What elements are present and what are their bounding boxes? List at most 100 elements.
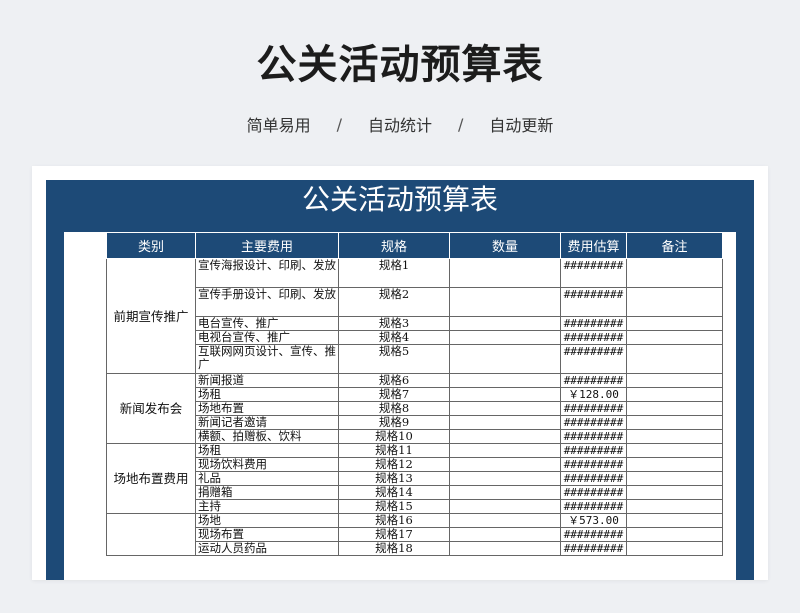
spreadsheet-preview: 公关活动预算表 类别 主要费用 规格 数量 费用估算 备注 前期宣传推广 宣传海…	[46, 180, 754, 580]
estimate-cell: #########	[560, 373, 627, 388]
qty-cell	[449, 513, 561, 528]
table-row: 前期宣传推广 宣传海报设计、印刷、发放 规格1 #########	[106, 258, 723, 374]
qty-cell	[449, 457, 561, 472]
qty-cell	[449, 541, 561, 556]
col-header-category: 类别	[106, 232, 196, 259]
table-row: 场租 规格7 ￥128.00	[107, 387, 723, 402]
feature-easy: 简单易用	[246, 116, 311, 135]
spec-cell: 规格6	[338, 373, 450, 388]
estimate-cell: #########	[560, 485, 627, 500]
table-row: 宣传手册设计、印刷、发放 规格2 #########	[107, 287, 723, 317]
table-row: 新闻发布会 新闻报道 规格6 #########	[106, 373, 723, 444]
budget-table: 类别 主要费用 规格 数量 费用估算 备注 前期宣传推广 宣传海报设计、印刷、发放…	[106, 232, 723, 556]
table-body: 前期宣传推广 宣传海报设计、印刷、发放 规格1 ######### 宣传手册设计、印刷、…	[106, 258, 723, 556]
category-cell	[106, 513, 196, 556]
item-cell: 新闻记者邀请	[195, 415, 339, 430]
note-cell	[626, 258, 723, 288]
table-row: 捐赠箱 规格14 #########	[107, 485, 723, 500]
note-cell	[626, 344, 723, 374]
qty-cell	[449, 471, 561, 486]
note-cell	[626, 373, 723, 388]
spec-cell: 规格9	[338, 415, 450, 430]
item-cell: 场租	[195, 443, 339, 458]
item-cell: 新闻报道	[195, 373, 339, 388]
spec-cell: 规格15	[338, 499, 450, 514]
qty-cell	[449, 344, 561, 374]
item-cell: 捐赠箱	[195, 485, 339, 500]
qty-cell	[449, 258, 561, 288]
estimate-cell: #########	[560, 330, 627, 345]
qty-cell	[449, 499, 561, 514]
item-cell: 场地	[195, 513, 339, 528]
spec-cell: 规格11	[338, 443, 450, 458]
estimate-cell: ￥128.00	[560, 387, 627, 402]
sheet-title: 公关活动预算表	[301, 183, 498, 216]
estimate-cell: #########	[560, 527, 627, 542]
qty-cell	[449, 485, 561, 500]
table-header-row: 类别 主要费用 规格 数量 费用估算 备注	[106, 232, 723, 259]
category-cell: 前期宣传推广	[106, 258, 196, 374]
spec-cell: 规格16	[338, 513, 450, 528]
spec-cell: 规格14	[338, 485, 450, 500]
note-cell	[626, 499, 723, 514]
item-cell: 电视台宣传、推广	[195, 330, 339, 345]
table-row: 现场布置 规格17 #########	[107, 527, 723, 542]
qty-cell	[449, 401, 561, 416]
note-cell	[626, 330, 723, 345]
page-title: 公关活动预算表	[256, 42, 544, 88]
item-cell: 宣传海报设计、印刷、发放	[195, 258, 339, 288]
feature-tagline: 简单易用 / 自动统计 / 自动更新	[0, 112, 800, 136]
qty-cell	[449, 527, 561, 542]
note-cell	[626, 316, 723, 331]
note-cell	[626, 287, 723, 317]
spec-cell: 规格1	[338, 258, 450, 288]
spec-cell: 规格2	[338, 287, 450, 317]
spec-cell: 规格12	[338, 457, 450, 472]
estimate-cell: #########	[560, 316, 627, 331]
spec-cell: 规格5	[338, 344, 450, 374]
qty-cell	[449, 373, 561, 388]
item-cell: 主持	[195, 499, 339, 514]
note-cell	[626, 527, 723, 542]
estimate-cell: #########	[560, 541, 627, 556]
estimate-cell: #########	[560, 429, 627, 444]
col-header-item: 主要费用	[195, 232, 339, 259]
table-row: 新闻记者邀请 规格9 #########	[107, 415, 723, 430]
estimate-cell: #########	[560, 415, 627, 430]
item-cell: 现场饮料费用	[195, 457, 339, 472]
spec-cell: 规格7	[338, 387, 450, 402]
qty-cell	[449, 429, 561, 444]
qty-cell	[449, 316, 561, 331]
table-row: 场地布置费用 场租 规格11 #########	[106, 443, 723, 514]
item-cell: 现场布置	[195, 527, 339, 542]
qty-cell	[449, 330, 561, 345]
qty-cell	[449, 387, 561, 402]
estimate-cell: #########	[560, 287, 627, 317]
table-row: 电台宣传、推广 规格3 #########	[107, 316, 723, 331]
feature-auto-stats: 自动统计	[367, 116, 432, 135]
estimate-cell: #########	[560, 471, 627, 486]
estimate-cell: #########	[560, 401, 627, 416]
table-row: 横额、拍赠板、饮料 规格10 #########	[107, 429, 723, 444]
separator: /	[336, 114, 342, 134]
item-cell: 互联网网页设计、宣传、推广	[195, 344, 339, 374]
col-header-qty: 数量	[449, 232, 561, 259]
estimate-cell: #########	[560, 344, 627, 374]
note-cell	[626, 429, 723, 444]
qty-cell	[449, 443, 561, 458]
note-cell	[626, 471, 723, 486]
item-cell: 场地布置	[195, 401, 339, 416]
item-cell: 场租	[195, 387, 339, 402]
feature-auto-update: 自动更新	[489, 116, 554, 135]
preview-card: 公关活动预算表 类别 主要费用 规格 数量 费用估算 备注 前期宣传推广 宣传海…	[32, 166, 768, 580]
note-cell	[626, 443, 723, 458]
spec-cell: 规格17	[338, 527, 450, 542]
table-row: 电视台宣传、推广 规格4 #########	[107, 330, 723, 345]
separator: /	[458, 114, 464, 134]
note-cell	[626, 415, 723, 430]
spec-cell: 规格13	[338, 471, 450, 486]
spec-cell: 规格10	[338, 429, 450, 444]
table-area: 类别 主要费用 规格 数量 费用估算 备注 前期宣传推广 宣传海报设计、印刷、发放…	[64, 232, 736, 580]
note-cell	[626, 513, 723, 528]
col-header-spec: 规格	[338, 232, 450, 259]
